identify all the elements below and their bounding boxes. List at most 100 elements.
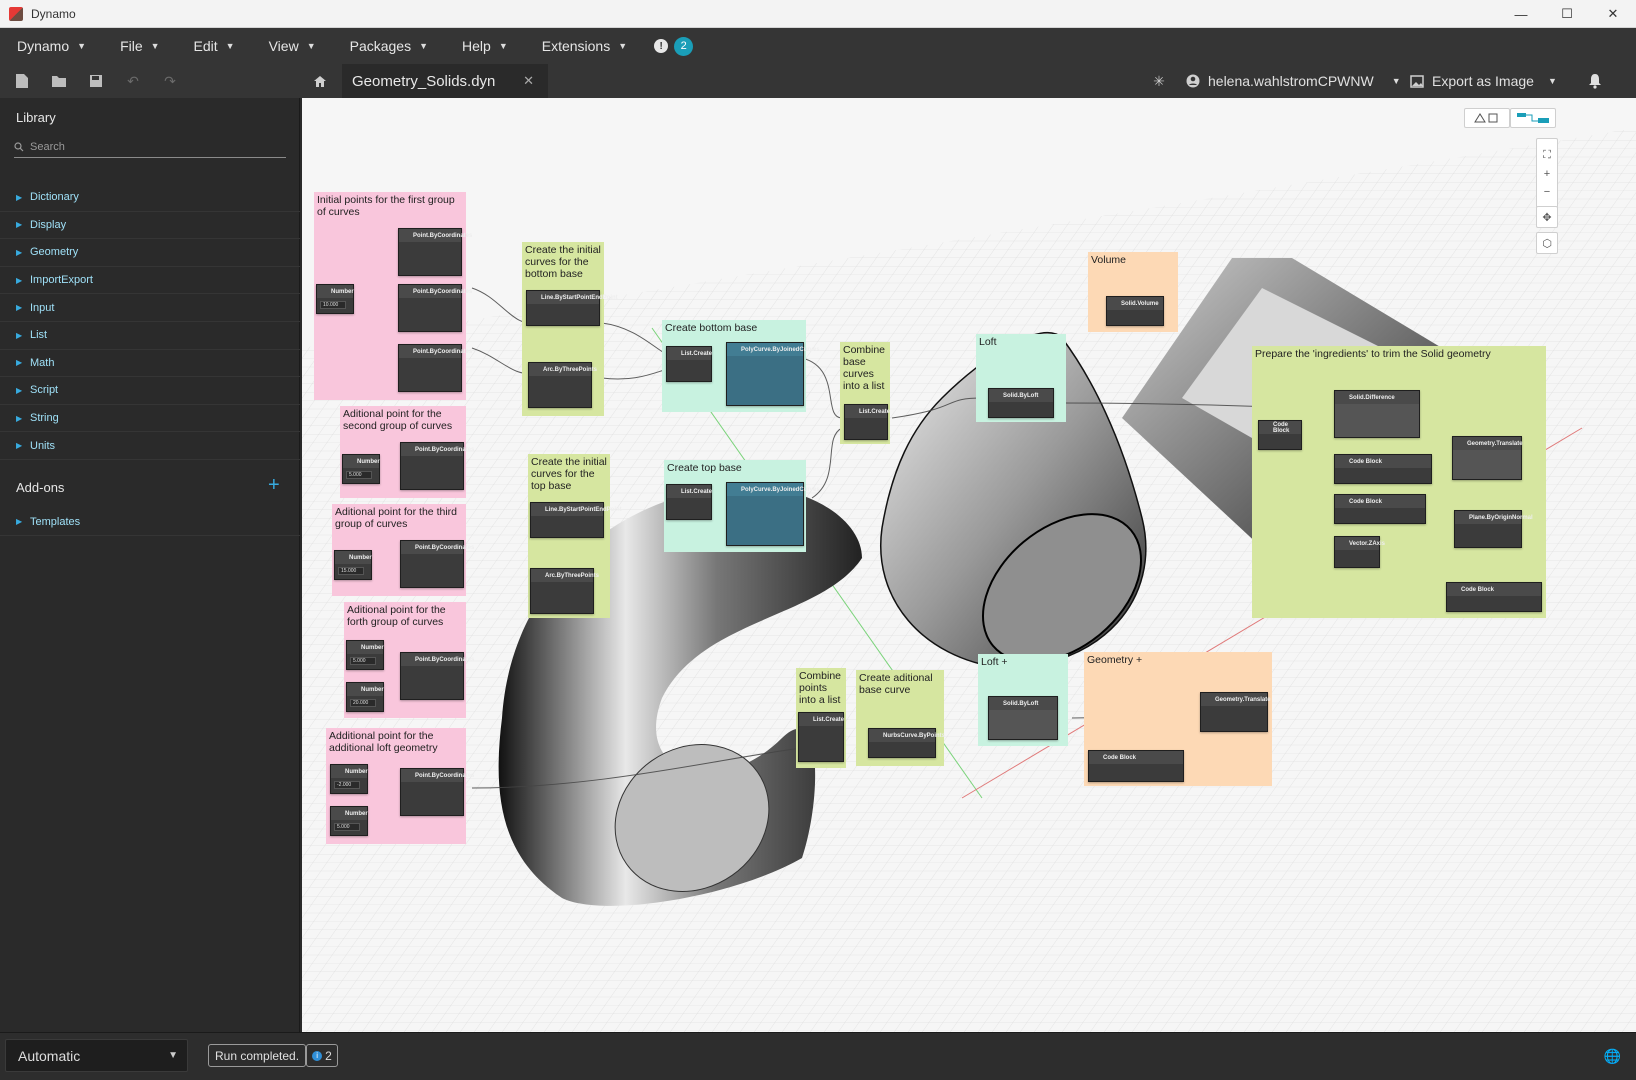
zoom-fit-icon[interactable]: ⛶ (1543, 149, 1551, 162)
redo-icon[interactable]: ↷ (161, 72, 179, 90)
node-number[interactable]: Number 20.000 (346, 682, 384, 712)
node-nurbs-curve[interactable]: NurbsCurve.ByPoints (868, 728, 945, 758)
node-number[interactable]: Number 10.000 (316, 284, 354, 314)
node-title: Point.ByCoordinates (401, 653, 474, 666)
export-as-image-button[interactable]: Export as Image ▼ (1410, 64, 1557, 98)
library-item-dictionary[interactable]: ▶ Dictionary (0, 184, 300, 212)
library-item-templates[interactable]: ▶ Templates (0, 508, 300, 536)
home-icon[interactable] (311, 72, 329, 90)
node-geometry-translate[interactable]: Geometry.Translate (1452, 436, 1523, 480)
node-solid-difference[interactable]: Solid.Difference (1334, 390, 1420, 438)
number-value[interactable]: 10.000 (320, 301, 346, 309)
menu-help[interactable]: Help ▼ (462, 38, 508, 54)
node-plane-by-origin-normal[interactable]: Plane.ByOriginNormal (1454, 510, 1533, 548)
library-item-geometry[interactable]: ▶ Geometry (0, 239, 300, 267)
open-folder-icon[interactable] (50, 72, 68, 90)
bell-icon[interactable] (1586, 72, 1604, 90)
node-number[interactable]: Number 5.000 (330, 806, 368, 836)
number-value[interactable]: 15.000 (338, 567, 364, 575)
node-solid-by-loft[interactable]: Solid.ByLoft (988, 696, 1058, 740)
add-package-icon[interactable]: + (268, 474, 280, 497)
node-code-block[interactable]: Code Block (1334, 494, 1426, 524)
graph-canvas[interactable]: Initial points for the first group of cu… (302, 98, 1636, 1032)
node-polycurve[interactable]: PolyCurve.ByJoinedCurves (726, 482, 820, 546)
library-item-units[interactable]: ▶ Units (0, 432, 300, 460)
menu-file[interactable]: File ▼ (120, 38, 159, 54)
number-value[interactable]: 5.000 (334, 823, 360, 831)
minimize-button[interactable]: — (1498, 0, 1544, 28)
number-value[interactable]: -2.000 (334, 781, 360, 789)
geometry-view-toggle[interactable] (1464, 108, 1510, 128)
user-account[interactable]: helena.wahlstromCPWNW ▼ (1186, 64, 1401, 98)
node-number[interactable]: Number 15.000 (334, 550, 372, 580)
graph-view-toggle[interactable] (1510, 108, 1556, 128)
node-code-block[interactable]: Code Block (1446, 582, 1542, 612)
run-notifications[interactable]: i 2 (306, 1044, 338, 1067)
node-vector-zaxis[interactable]: Vector.ZAxis (1334, 536, 1385, 568)
menu-dynamo[interactable]: Dynamo ▼ (17, 38, 86, 54)
node-point-by-coordinates[interactable]: Point.ByCoordinates (398, 344, 472, 392)
zoom-out-icon[interactable]: − (1544, 186, 1550, 198)
close-tab-icon[interactable]: ✕ (523, 73, 534, 89)
expand-arrow-icon: ▶ (16, 275, 23, 285)
node-number[interactable]: Number 5.000 (346, 640, 384, 670)
geometry-scaling-icon[interactable]: ✳ (1150, 72, 1168, 90)
node-arc[interactable]: Arc.ByThreePoints (530, 568, 599, 614)
globe-icon[interactable]: 🌐 (1604, 1048, 1621, 1065)
node-line[interactable]: Line.ByStartPointEndPoint (530, 502, 622, 538)
pan-icon[interactable]: ✥ (1536, 206, 1558, 228)
node-code-block[interactable]: Code Block (1258, 420, 1302, 450)
node-arc[interactable]: Arc.ByThreePoints (528, 362, 597, 408)
menu-extensions[interactable]: Extensions ▼ (542, 38, 627, 54)
library-item-list[interactable]: ▶ List (0, 322, 300, 350)
node-solid-by-loft[interactable]: Solid.ByLoft (988, 388, 1054, 418)
library-item-script[interactable]: ▶ Script (0, 377, 300, 405)
node-line[interactable]: Line.ByStartPointEndPoint (526, 290, 618, 326)
node-list-create[interactable]: List.Create (666, 346, 712, 382)
menu-view[interactable]: View ▼ (269, 38, 316, 54)
library-item-display[interactable]: ▶ Display (0, 212, 300, 240)
number-value[interactable]: 20.000 (350, 699, 376, 707)
node-geometry-translate[interactable]: Geometry.Translate (1200, 692, 1271, 732)
node-point-by-coordinates[interactable]: Point.ByCoordinates (400, 442, 474, 490)
maximize-button[interactable]: ☐ (1544, 0, 1590, 28)
export-label: Export as Image (1432, 73, 1534, 89)
node-polycurve[interactable]: PolyCurve.ByJoinedCurves (726, 342, 820, 406)
search-input[interactable]: Search (30, 141, 65, 153)
node-list-create[interactable]: List.Create (666, 484, 712, 520)
close-button[interactable]: ✕ (1590, 0, 1636, 28)
zoom-in-icon[interactable]: + (1544, 168, 1550, 180)
node-point-by-coordinates[interactable]: Point.ByCoordinates (400, 540, 474, 588)
node-point-by-coordinates[interactable]: Point.ByCoordinates (398, 284, 472, 332)
library-item-importexport[interactable]: ▶ ImportExport (0, 267, 300, 295)
node-code-block[interactable]: Code Block (1334, 454, 1432, 484)
node-point-by-coordinates[interactable]: Point.ByCoordinates (400, 652, 474, 700)
search-icon (14, 141, 24, 151)
node-code-block[interactable]: Code Block (1088, 750, 1184, 782)
undo-icon[interactable]: ↶ (124, 72, 142, 90)
library-item-math[interactable]: ▶ Math (0, 350, 300, 378)
tab-geometry-solids[interactable]: Geometry_Solids.dyn ✕ (342, 64, 548, 98)
menu-packages[interactable]: Packages ▼ (350, 38, 428, 54)
number-value[interactable]: 5.000 (346, 471, 372, 479)
library-item-input[interactable]: ▶ Input (0, 294, 300, 322)
library-item-label: Display (30, 218, 67, 231)
library-item-string[interactable]: ▶ String (0, 405, 300, 433)
new-file-icon[interactable] (13, 72, 31, 90)
node-solid-volume[interactable]: Solid.Volume (1106, 296, 1164, 326)
node-number[interactable]: Number 5.000 (342, 454, 380, 484)
node-list-create[interactable]: List.Create (798, 712, 844, 762)
node-point-by-coordinates[interactable]: Point.ByCoordinates (398, 228, 472, 276)
library-item-label: Dictionary (30, 191, 79, 204)
run-mode-select[interactable]: Automatic ▼ (5, 1039, 188, 1072)
save-icon[interactable] (87, 72, 105, 90)
library-search[interactable]: Search (14, 136, 286, 158)
user-icon (1186, 74, 1200, 88)
number-value[interactable]: 5.000 (350, 657, 376, 665)
node-point-by-coordinates[interactable]: Point.ByCoordinates (400, 768, 474, 816)
orbit-cube-icon[interactable]: ⬡ (1536, 232, 1558, 254)
notification-indicator[interactable]: ! 2 (654, 36, 694, 56)
node-number[interactable]: Number -2.000 (330, 764, 368, 794)
menu-edit[interactable]: Edit ▼ (194, 38, 235, 54)
node-list-create[interactable]: List.Create (844, 404, 890, 440)
